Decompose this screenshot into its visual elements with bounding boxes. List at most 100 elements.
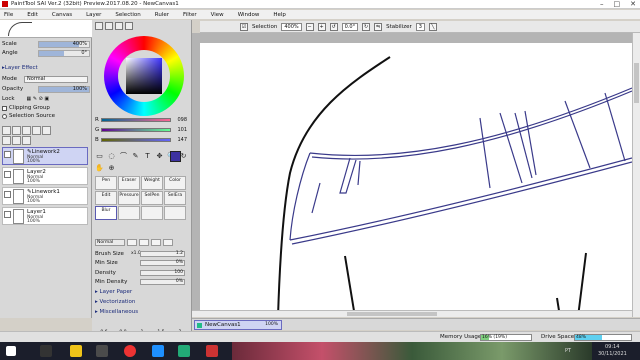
paint-tool-sai-icon[interactable] (206, 345, 218, 357)
navigator-preview[interactable] (0, 20, 92, 38)
red-value[interactable]: 098 (171, 117, 187, 123)
selection-source-row[interactable]: Selection Source (2, 112, 55, 120)
layer-paper-section[interactable]: ▸ Layer Paper (95, 289, 132, 295)
clock-date[interactable]: 30/11/2021 (598, 351, 627, 357)
brush-empty[interactable] (164, 206, 186, 220)
eyedropper-icon[interactable]: ✎ (131, 152, 140, 161)
new-layer-icon[interactable] (2, 126, 11, 135)
min-density-slider[interactable]: 0% (140, 279, 185, 285)
clipping-checkbox[interactable] (2, 105, 7, 111)
canvas-page[interactable] (200, 43, 632, 317)
saturation-value-square[interactable] (126, 58, 162, 94)
magic-wand-icon[interactable]: ⌒ (119, 152, 128, 161)
horizontal-scroll-thumb[interactable] (347, 312, 437, 316)
brush-pen[interactable]: Pen (95, 176, 117, 190)
selection-toggle-icon[interactable]: ☑ (240, 22, 248, 31)
visibility-eye-icon[interactable] (4, 151, 11, 158)
visibility-eye-icon[interactable] (4, 171, 11, 178)
new-folder-icon[interactable] (22, 126, 31, 135)
vertical-scroll-thumb[interactable] (634, 63, 639, 103)
brush-empty[interactable] (141, 206, 163, 220)
new-linework-icon[interactable] (12, 126, 21, 135)
line-tool-icon[interactable]: ╲ (428, 22, 437, 31)
menu-ruler[interactable]: Ruler (155, 12, 169, 18)
miscellaneous-section[interactable]: ▸ Miscellaneous (95, 309, 138, 315)
lock-icons[interactable]: ▦ ✎ ⊘ ▣ (27, 95, 50, 103)
document-tab[interactable]: NewCanvas1 100% (194, 320, 282, 330)
brush-color[interactable]: Color (164, 176, 186, 190)
min-size-slider[interactable]: 0% (140, 260, 185, 266)
transform-icon[interactable]: ⊕ (107, 164, 116, 173)
opacity-slider[interactable]: 100% (38, 85, 90, 93)
hand-icon[interactable]: ✋ (95, 164, 104, 173)
brush-edit[interactable]: Edit (95, 191, 117, 205)
delete-layer-icon[interactable] (42, 126, 51, 135)
menu-edit[interactable]: Edit (27, 12, 38, 18)
search-icon[interactable] (40, 345, 52, 357)
layer-item[interactable]: Layer2 Normal 100% (2, 167, 88, 185)
brush-shape-flat-icon[interactable] (151, 238, 161, 246)
zoom-in-icon[interactable]: + (317, 22, 326, 31)
layer-item[interactable]: ✎Linework1 Normal 100% (2, 187, 88, 205)
edge-icon[interactable] (152, 345, 164, 357)
text-tool-icon[interactable]: T (143, 152, 152, 161)
blue-value[interactable]: 147 (171, 137, 187, 143)
brush-shape-triangle-icon[interactable] (139, 238, 149, 246)
red-slider[interactable] (101, 118, 171, 122)
layer-effect-header[interactable]: ▸ Layer Effect (2, 64, 38, 72)
brush-shape-round-icon[interactable] (127, 238, 137, 246)
canvas-area[interactable] (192, 33, 632, 317)
windows-start-icon[interactable] (6, 346, 16, 356)
brush-blur[interactable]: Blur (95, 206, 117, 220)
brush-mode-select[interactable]: Normal (95, 238, 125, 246)
minimize-icon[interactable]: – (600, 0, 604, 9)
menu-window[interactable]: Window (238, 12, 260, 18)
vertical-scrollbar[interactable] (632, 33, 640, 317)
primary-color-swatch[interactable] (170, 151, 181, 162)
vectorization-section[interactable]: ▸ Vectorization (95, 299, 135, 305)
angle-slider[interactable]: 0° (38, 49, 90, 57)
menu-view[interactable]: View (211, 12, 224, 18)
rotate-right-icon[interactable]: ↻ (362, 22, 371, 31)
layer-item[interactable]: Layer1 Normal 100% (2, 207, 88, 225)
brush-weight[interactable]: Weight (141, 176, 163, 190)
green-slider[interactable] (101, 128, 171, 132)
brush-empty[interactable] (118, 206, 140, 220)
file-explorer-icon[interactable] (70, 345, 82, 357)
rotate-left-icon[interactable]: ↺ (329, 22, 338, 31)
visibility-eye-icon[interactable] (4, 191, 11, 198)
brush-selpen[interactable]: SelPen (141, 191, 163, 205)
clock-time[interactable]: 09:14 (605, 344, 619, 350)
color-wheel-tab-icon[interactable] (95, 22, 103, 30)
close-icon[interactable]: ✕ (630, 0, 636, 9)
rgb-tab-icon[interactable] (105, 22, 113, 30)
move-icon[interactable]: ✥ (155, 152, 164, 161)
blue-slider[interactable] (101, 138, 171, 142)
flip-icon[interactable]: ⇋ (374, 22, 383, 31)
green-value[interactable]: 101 (171, 127, 187, 133)
menu-canvas[interactable]: Canvas (52, 12, 72, 18)
brush-eraser[interactable]: Eraser (118, 176, 140, 190)
brush-pressure[interactable]: Pressure (118, 191, 140, 205)
layer-item[interactable]: ✎Linework2 Normal 100% (2, 147, 88, 165)
horizontal-scrollbar[interactable] (192, 310, 632, 317)
layer-mode-select[interactable]: Normal (24, 76, 88, 83)
zoom-out-icon[interactable]: − (305, 22, 314, 31)
selection-source-radio[interactable] (2, 113, 7, 119)
stabilizer-field[interactable]: 3 (415, 22, 425, 31)
menu-help[interactable]: Help (273, 12, 286, 18)
rotation-field[interactable]: 0.0° (341, 22, 359, 31)
visibility-eye-icon[interactable] (4, 211, 11, 218)
color-wheel[interactable] (104, 36, 184, 116)
menu-layer[interactable]: Layer (86, 12, 101, 18)
mask-icon[interactable] (22, 136, 31, 145)
hsv-tab-icon[interactable] (115, 22, 123, 30)
store-icon[interactable] (178, 345, 190, 357)
density-slider[interactable]: 100 (140, 270, 185, 276)
menu-file[interactable]: File (4, 12, 13, 18)
language-indicator[interactable]: PT (565, 348, 571, 354)
chrome-icon[interactable] (124, 345, 136, 357)
clipping-row[interactable]: Clipping Group (2, 104, 50, 112)
clear-layer-icon[interactable] (12, 136, 21, 145)
zoom-field[interactable]: 400% (281, 22, 302, 31)
